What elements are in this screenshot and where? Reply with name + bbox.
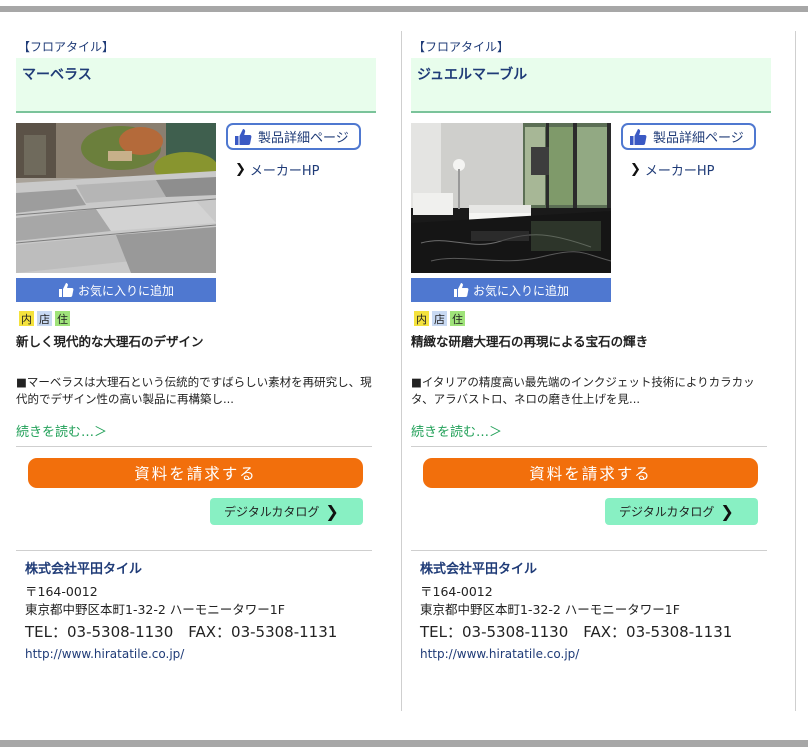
product-detail-button[interactable]: 製品詳細ページ: [226, 123, 361, 150]
thumbs-up-icon: [630, 128, 647, 145]
product-category: 【フロアタイル】: [413, 40, 510, 54]
product-title-box: ジュエルマーブル: [411, 58, 771, 113]
phone-fax: TEL：03-5308-1130 FAX：03-5308-1131: [420, 623, 733, 641]
section-separator: [16, 550, 372, 551]
company-name[interactable]: 株式会社平田タイル: [25, 558, 142, 577]
product-category: 【フロアタイル】: [18, 40, 115, 54]
product-detail-button[interactable]: 製品詳細ページ: [621, 123, 756, 150]
maker-hp-link[interactable]: ❯ メーカーHP: [630, 160, 715, 179]
company-name[interactable]: 株式会社平田タイル: [420, 558, 537, 577]
product-catchphrase: 精緻な研磨大理石の再現による宝石の輝き: [411, 334, 649, 349]
product-title-box: マーベラス: [16, 58, 376, 113]
column-divider: [401, 31, 402, 711]
company-address: 東京都中野区本町1-32-2 ハーモニータワー1F: [25, 602, 285, 617]
product-detail-label: 製品詳細ページ: [653, 131, 744, 146]
read-more-link[interactable]: 続きを読む…＞: [16, 421, 107, 440]
interior-photo-black-marble: [411, 123, 611, 273]
phone-fax: TEL：03-5308-1130 FAX：03-5308-1131: [25, 623, 338, 641]
company-url-link[interactable]: http://www.hiratatile.co.jp/: [420, 647, 579, 661]
company-url-link[interactable]: http://www.hiratatile.co.jp/: [25, 647, 184, 661]
product-title[interactable]: マーベラス: [22, 64, 92, 84]
tag-interior: 内: [19, 311, 34, 326]
thumbs-up-icon: [235, 128, 252, 145]
company-address: 東京都中野区本町1-32-2 ハーモニータワー1F: [420, 602, 680, 617]
tag-residential: 住: [450, 311, 465, 326]
product-title[interactable]: ジュエルマーブル: [417, 64, 527, 84]
product-catchphrase: 新しく現代的な大理石のデザイン: [16, 334, 204, 349]
chevron-right-icon: ❯: [235, 162, 246, 177]
product-card-marvelous: 【フロアタイル】 マーベラス お気に入りに追加 製品詳細ページ ❯ メーカーHP…: [16, 36, 376, 686]
maker-hp-label: メーカーHP: [644, 164, 715, 179]
thumbs-up-icon: [58, 283, 74, 297]
section-separator: [16, 446, 372, 447]
top-divider-bar: [0, 6, 808, 12]
product-description: ■イタリアの精度高い最先端のインクジェット技術によりカラカッタ、アラバストロ、ネ…: [411, 375, 755, 406]
right-edge-divider: [795, 31, 796, 711]
add-favorite-button[interactable]: お気に入りに追加: [411, 278, 611, 302]
digital-catalog-button[interactable]: デジタルカタログ ❯: [605, 498, 758, 525]
product-detail-label: 製品詳細ページ: [258, 131, 349, 146]
add-favorite-label: お気に入りに追加: [77, 283, 174, 298]
chevron-right-icon: ❯: [720, 502, 734, 521]
product-card-jewel-marble: 【フロアタイル】 ジュエルマーブル お気に入りに追加 製品詳細ページ ❯ メーカ…: [411, 36, 771, 686]
request-materials-button[interactable]: 資料を請求する: [28, 458, 363, 488]
digital-catalog-label: デジタルカタログ: [619, 505, 715, 519]
maker-hp-link[interactable]: ❯ メーカーHP: [235, 160, 320, 179]
digital-catalog-label: デジタルカタログ: [224, 505, 320, 519]
tag-shop: 店: [37, 311, 52, 326]
add-favorite-label: お気に入りに追加: [472, 283, 569, 298]
tag-residential: 住: [55, 311, 70, 326]
product-photo[interactable]: [16, 123, 216, 273]
usage-tags: 内 店 住: [19, 311, 70, 326]
request-materials-button[interactable]: 資料を請求する: [423, 458, 758, 488]
maker-hp-label: メーカーHP: [249, 164, 320, 179]
section-separator: [411, 446, 767, 447]
bottom-divider-bar: [0, 740, 808, 747]
interior-photo-marble-floor: [16, 123, 216, 273]
chevron-right-icon: ❯: [325, 502, 339, 521]
thumbs-up-icon: [453, 283, 469, 297]
postal-code: 〒164-0012: [420, 584, 493, 599]
read-more-link[interactable]: 続きを読む…＞: [411, 421, 502, 440]
product-description: ■マーベラスは大理石という伝統的ですばらしい素材を再研究し、現代的でデザイン性の…: [16, 375, 372, 406]
section-separator: [411, 550, 767, 551]
usage-tags: 内 店 住: [414, 311, 465, 326]
add-favorite-button[interactable]: お気に入りに追加: [16, 278, 216, 302]
tag-interior: 内: [414, 311, 429, 326]
postal-code: 〒164-0012: [25, 584, 98, 599]
digital-catalog-button[interactable]: デジタルカタログ ❯: [210, 498, 363, 525]
product-photo[interactable]: [411, 123, 611, 273]
tag-shop: 店: [432, 311, 447, 326]
chevron-right-icon: ❯: [630, 162, 641, 177]
